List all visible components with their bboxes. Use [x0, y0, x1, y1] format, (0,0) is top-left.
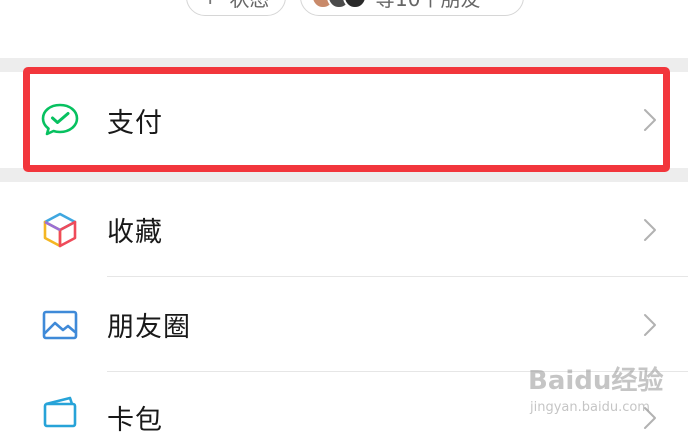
section-separator: [0, 58, 688, 72]
wechat-pay-icon: [38, 98, 82, 142]
profile-header-strip: + 状态 等10个朋友: [0, 0, 688, 58]
menu-item-pay[interactable]: 支付: [0, 72, 688, 168]
baidu-jingyan-watermark: Baidu经验 jingyan.baidu.com: [528, 360, 678, 426]
plus-icon: +: [201, 0, 219, 10]
friends-label: 等10个朋友: [375, 0, 480, 12]
menu-item-moments[interactable]: 朋友圈: [0, 277, 688, 372]
section-separator: [0, 168, 688, 182]
menu-item-label: 支付: [107, 107, 163, 139]
chevron-right-icon: [640, 210, 660, 250]
status-label: 状态: [229, 0, 269, 12]
chevron-right-icon: [640, 305, 660, 345]
friends-status-pill[interactable]: 等10个朋友: [300, 0, 524, 16]
favorites-cube-icon: [38, 208, 82, 252]
menu-item-label: 收藏: [107, 217, 163, 248]
watermark-url: jingyan.baidu.com: [530, 400, 650, 415]
menu-item-label: 朋友圈: [107, 312, 191, 343]
moments-picture-icon: [38, 303, 82, 347]
menu-item-label: 卡包: [107, 405, 163, 436]
status-pill[interactable]: + 状态: [186, 0, 286, 16]
menu-item-favorites[interactable]: 收藏: [0, 182, 688, 277]
avatar: [343, 0, 367, 9]
watermark-logo: Baidu经验: [528, 366, 664, 396]
chevron-right-icon: [640, 100, 660, 140]
card-wallet-icon: [38, 390, 82, 434]
friend-avatars: [311, 0, 367, 9]
